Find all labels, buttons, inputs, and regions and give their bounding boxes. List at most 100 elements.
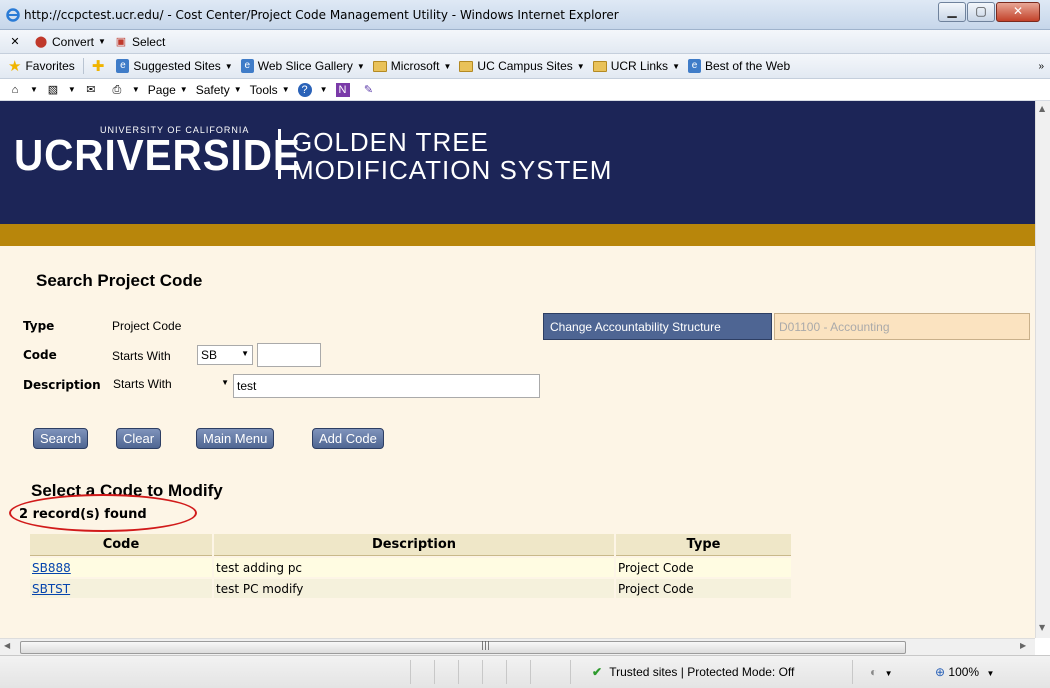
code-operator-label: Starts With bbox=[112, 349, 171, 363]
status-divider bbox=[852, 660, 853, 684]
pop-up-blocker-button[interactable]: ◐ ▼ bbox=[870, 665, 893, 679]
safety-menu[interactable]: Safety ▼ bbox=[196, 83, 242, 97]
check-icon: ✔ bbox=[592, 665, 603, 679]
description-operator-select[interactable]: Starts With ▼ bbox=[110, 375, 232, 395]
home-icon: ⌂ bbox=[11, 83, 19, 96]
ucr-logo: UCRIVERSIDE bbox=[14, 131, 301, 180]
status-divider bbox=[434, 660, 435, 684]
vertical-scrollbar[interactable]: ▲ ▼ bbox=[1035, 101, 1050, 638]
code-link[interactable]: SB888 bbox=[32, 561, 71, 575]
code-input[interactable] bbox=[257, 343, 321, 367]
home-button[interactable]: ⌂ ▼ bbox=[8, 83, 38, 97]
ie-page-icon: e bbox=[240, 59, 254, 73]
description-input[interactable]: test bbox=[233, 374, 540, 398]
chevron-down-icon: ▼ bbox=[672, 61, 680, 71]
favorites-bar: ★ Favorites ✚ e Suggested Sites ▼ e Web … bbox=[0, 54, 1050, 79]
favorites-folder-ucr-links[interactable]: UCR Links ▼ bbox=[592, 59, 680, 73]
accountability-structure-field: D01100 - Accounting bbox=[774, 313, 1030, 340]
chevron-down-icon: ▼ bbox=[67, 85, 76, 94]
horizontal-scrollbar[interactable]: ◀ ||| ▶ bbox=[0, 638, 1035, 655]
star-icon: ★ bbox=[8, 58, 22, 75]
favorites-link-suggested-sites[interactable]: e Suggested Sites ▼ bbox=[116, 59, 233, 73]
results-header-row: Code Description Type bbox=[30, 534, 791, 556]
convert-icon: ⬤ bbox=[34, 35, 48, 48]
main-menu-button[interactable]: Main Menu bbox=[196, 428, 275, 449]
clear-button[interactable]: Clear bbox=[116, 428, 162, 449]
results-table: Code Description Type SB888 test adding … bbox=[28, 532, 793, 600]
security-zone[interactable]: ✔ Trusted sites | Protected Mode: Off bbox=[592, 665, 794, 679]
ie-page-icon: e bbox=[687, 59, 701, 73]
help-icon: ? bbox=[297, 82, 312, 97]
chevron-down-icon: ▼ bbox=[356, 61, 365, 71]
type-value: Project Code bbox=[112, 319, 182, 333]
select-button[interactable]: ▣ Select bbox=[114, 35, 166, 49]
maximize-button[interactable]: ▢ bbox=[967, 2, 995, 22]
onenote-icon: N bbox=[335, 82, 350, 97]
zoom-button[interactable]: ⊕ 100% ▼ bbox=[935, 665, 994, 679]
chevron-down-icon: ▼ bbox=[221, 378, 229, 387]
favorites-link-label: Web Slice Gallery bbox=[257, 59, 353, 73]
code-prefix-value: SB bbox=[201, 348, 218, 362]
description-operator-value: Starts With bbox=[113, 377, 172, 391]
close-icon: ✕ bbox=[1012, 4, 1024, 18]
status-bar: ✔ Trusted sites | Protected Mode: Off ◐ … bbox=[0, 655, 1050, 688]
favorites-button[interactable]: ★ Favorites bbox=[8, 57, 75, 75]
site-banner: UNIVERSITY OF CALIFORNIA UCRIVERSIDE GOL… bbox=[0, 101, 1035, 224]
onenote-button[interactable]: N bbox=[335, 82, 354, 97]
chevron-down-icon: ▼ bbox=[179, 85, 188, 94]
convert-button[interactable]: ⬤ Convert ▼ bbox=[34, 35, 106, 49]
mail-button[interactable]: ✉ bbox=[84, 83, 102, 97]
feeds-button[interactable]: ▧ ▼ bbox=[46, 83, 76, 97]
help-button[interactable]: ? ▼ bbox=[297, 82, 328, 97]
scroll-down-icon[interactable]: ▼ bbox=[1039, 623, 1045, 632]
research-button[interactable]: ✎ bbox=[362, 83, 380, 97]
select-icon: ▣ bbox=[115, 35, 127, 48]
tools-menu-label: Tools bbox=[249, 82, 278, 97]
close-toolbar-button[interactable]: ✕ bbox=[8, 35, 26, 49]
print-button[interactable]: ⎙ ▼ bbox=[110, 83, 140, 97]
change-accountability-structure-button[interactable]: Change Accountability Structure bbox=[543, 313, 772, 340]
scroll-up-icon[interactable]: ▲ bbox=[1039, 104, 1045, 113]
type-label: Type bbox=[23, 319, 55, 333]
add-code-button[interactable]: Add Code bbox=[312, 428, 384, 449]
table-row: SBTST test PC modify Project Code bbox=[30, 579, 791, 598]
favorites-folder-microsoft[interactable]: Microsoft ▼ bbox=[372, 59, 451, 73]
horizontal-scroll-thumb[interactable]: ||| bbox=[20, 641, 906, 654]
chevron-down-icon: ▼ bbox=[233, 85, 242, 94]
mail-icon: ✉ bbox=[86, 83, 96, 96]
tools-menu[interactable]: Tools ▼ bbox=[250, 83, 290, 97]
chevron-down-icon: ▼ bbox=[131, 85, 140, 94]
window-title: http://ccpctest.ucr.edu/ - Cost Center/P… bbox=[24, 8, 619, 22]
code-link[interactable]: SBTST bbox=[32, 582, 70, 596]
column-header-description: Description bbox=[214, 534, 614, 556]
zoom-icon: ⊕ bbox=[935, 665, 946, 679]
status-divider bbox=[530, 660, 531, 684]
convert-toolbar: ✕ ⬤ Convert ▼ ▣ Select bbox=[0, 30, 1050, 54]
research-icon: ✎ bbox=[363, 83, 374, 96]
rss-feed-icon: ▧ bbox=[47, 83, 59, 96]
status-divider bbox=[570, 660, 571, 684]
system-title-line2: MODIFICATION SYSTEM bbox=[292, 155, 613, 185]
grip-icon: ||| bbox=[481, 641, 491, 651]
status-divider bbox=[458, 660, 459, 684]
internet-explorer-icon bbox=[6, 8, 20, 22]
description-cell: test adding pc bbox=[214, 558, 614, 577]
scroll-left-icon[interactable]: ◀ bbox=[4, 641, 10, 650]
favorites-link-best-of-the-web[interactable]: e Best of the Web bbox=[687, 59, 790, 73]
favorites-link-web-slice-gallery[interactable]: e Web Slice Gallery ▼ bbox=[240, 59, 365, 73]
page-menu[interactable]: Page ▼ bbox=[148, 83, 188, 97]
code-prefix-select[interactable]: SB ▼ bbox=[197, 345, 253, 365]
search-button[interactable]: Search bbox=[33, 428, 89, 449]
add-favorite-button[interactable]: ✚ bbox=[92, 57, 109, 75]
globe-lock-icon: ◐ bbox=[870, 665, 878, 679]
column-header-type: Type bbox=[616, 534, 791, 556]
scroll-right-icon[interactable]: ▶ bbox=[1020, 641, 1026, 650]
divider bbox=[82, 58, 84, 74]
close-window-button[interactable]: ✕ bbox=[996, 2, 1040, 22]
banner-gold-strip bbox=[0, 224, 1035, 246]
description-label: Description bbox=[23, 378, 101, 392]
maximize-icon: ▢ bbox=[975, 4, 987, 18]
minimize-button[interactable]: ▁ bbox=[938, 2, 966, 22]
chevron-more-icon[interactable]: » bbox=[1038, 61, 1044, 72]
favorites-folder-uc-campus-sites[interactable]: UC Campus Sites ▼ bbox=[459, 59, 585, 73]
